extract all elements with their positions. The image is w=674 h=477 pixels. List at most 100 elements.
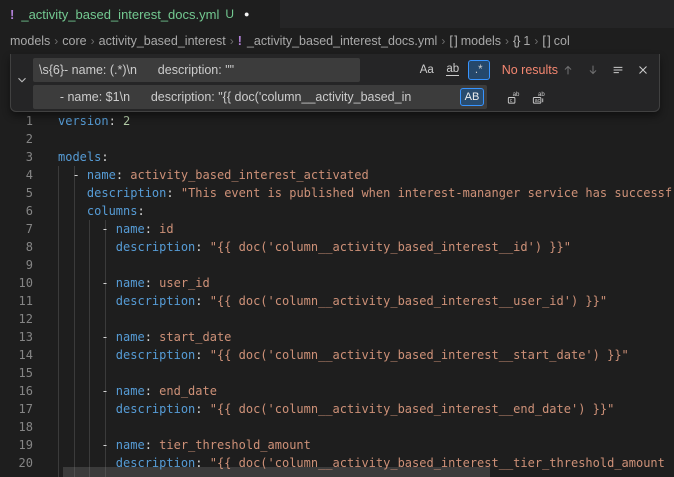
code-line-content: models: <box>58 150 109 164</box>
breadcrumb-item[interactable]: [ ]models <box>449 34 501 48</box>
tab-filename: _activity_based_interest_docs.yml <box>21 7 219 22</box>
code-line[interactable]: 9 <box>0 256 674 274</box>
replace-input[interactable]: - name: $1\n description: "{{ doc('colum… <box>33 85 487 109</box>
line-number: 18 <box>0 418 33 436</box>
chevron-down-icon <box>15 73 29 92</box>
code-line[interactable]: 7 - name: id <box>0 220 674 238</box>
replace-all-button[interactable]: ab ac <box>528 87 548 107</box>
symbol-icon: [ ] <box>449 34 456 48</box>
code-line-content: description: "{{ doc('column__activity_b… <box>58 456 665 470</box>
code-line[interactable]: 16 - name: end_date <box>0 382 674 400</box>
breadcrumb-item[interactable]: {} 1 <box>513 34 530 48</box>
breadcrumb-label: activity_based_interest <box>99 34 226 48</box>
replace-all-icon: ab ac <box>531 90 546 105</box>
line-number: 19 <box>0 436 33 454</box>
replace-button[interactable]: ab c <box>503 87 523 107</box>
code-line[interactable]: 1 version: 2 <box>0 112 674 130</box>
regex-toggle[interactable]: .* <box>468 60 490 80</box>
whole-word-toggle[interactable]: ab <box>442 60 464 80</box>
code-line[interactable]: 8 description: "{{ doc('column__activity… <box>0 238 674 256</box>
line-number: 7 <box>0 220 33 238</box>
code-line[interactable]: 14 description: "{{ doc('column__activit… <box>0 346 674 364</box>
code-line-content: description: "{{ doc('column__activity_b… <box>58 240 571 254</box>
yaml-file-icon: ! <box>10 7 14 22</box>
tab-activity-based-interest-docs[interactable]: ! _activity_based_interest_docs.yml U ● <box>0 0 280 28</box>
line-number: 8 <box>0 238 33 256</box>
breadcrumb-item[interactable]: [ ]col <box>542 34 569 48</box>
line-number: 17 <box>0 400 33 418</box>
replace-value: - name: $1\n description: "{{ doc('colum… <box>39 85 457 109</box>
code-line-content: description: "{{ doc('column__activity_b… <box>58 294 607 308</box>
code-line-content: - name: tier_threshold_amount <box>58 438 311 452</box>
line-number: 10 <box>0 274 33 292</box>
editor[interactable]: 1 version: 2 23 models: 4 - name: activity_b… <box>0 54 674 477</box>
breadcrumb-item[interactable]: !_activity_based_interest_docs.yml <box>238 34 438 48</box>
code-line[interactable]: 12 <box>0 310 674 328</box>
next-match-button[interactable] <box>583 60 603 80</box>
code-line-content: - name: end_date <box>58 384 217 398</box>
breadcrumb-separator-icon: › <box>54 34 58 48</box>
line-number: 20 <box>0 454 33 472</box>
preserve-case-toggle[interactable]: AB <box>460 88 484 106</box>
code-line[interactable]: 19 - name: tier_threshold_amount <box>0 436 674 454</box>
code-line[interactable]: 20 description: "{{ doc('column__activit… <box>0 454 674 472</box>
svg-text:ac: ac <box>534 98 540 104</box>
symbol-icon: [ ] <box>542 34 549 48</box>
code-line[interactable]: 5 description: "This event is published … <box>0 184 674 202</box>
close-icon <box>636 63 650 77</box>
breadcrumb-item[interactable]: models <box>10 34 50 48</box>
close-button[interactable] <box>633 60 653 80</box>
code-line[interactable]: 13 - name: start_date <box>0 328 674 346</box>
toggle-replace-button[interactable] <box>11 54 32 111</box>
breadcrumb-label: models <box>10 34 50 48</box>
find-input[interactable]: \s{6}- name: (.*)\n description: "" <box>33 58 360 82</box>
yaml-file-icon: ! <box>238 34 242 48</box>
vscode-window: ! _activity_based_interest_docs.yml U ● … <box>0 0 674 477</box>
code-line[interactable]: 10 - name: user_id <box>0 274 674 292</box>
code-line[interactable]: 11 description: "{{ doc('column__activit… <box>0 292 674 310</box>
code-line-content: - name: user_id <box>58 276 210 290</box>
code-line[interactable]: 15 <box>0 364 674 382</box>
line-number: 15 <box>0 364 33 382</box>
code-line[interactable]: 17 description: "{{ doc('column__activit… <box>0 400 674 418</box>
symbol-icon: {} <box>513 34 519 48</box>
svg-text:c: c <box>509 98 512 104</box>
code-line[interactable]: 6 columns: <box>0 202 674 220</box>
breadcrumb-label: core <box>62 34 86 48</box>
line-number: 1 <box>0 112 33 130</box>
code-area[interactable]: 1 version: 2 23 models: 4 - name: activity_b… <box>0 112 674 472</box>
breadcrumb-label: 1 <box>523 34 530 48</box>
line-number: 13 <box>0 328 33 346</box>
code-line[interactable]: 2 <box>0 130 674 148</box>
code-line-content: description: "{{ doc('column__activity_b… <box>58 348 629 362</box>
selection-lines-icon <box>611 63 625 77</box>
previous-match-button[interactable] <box>558 60 578 80</box>
line-number: 12 <box>0 310 33 328</box>
breadcrumb-separator-icon: › <box>534 34 538 48</box>
code-line-content: version: 2 <box>58 114 130 128</box>
code-line[interactable]: 3 models: <box>0 148 674 166</box>
code-line[interactable]: 4 - name: activity_based_interest_activa… <box>0 166 674 184</box>
line-number: 4 <box>0 166 33 184</box>
breadcrumb-separator-icon: › <box>441 34 445 48</box>
line-number: 2 <box>0 130 33 148</box>
find-in-selection-button[interactable] <box>608 60 628 80</box>
breadcrumb-item[interactable]: activity_based_interest <box>99 34 226 48</box>
find-results-count: No results <box>502 63 558 77</box>
arrow-down-icon <box>586 63 600 77</box>
code-line[interactable]: 18 <box>0 418 674 436</box>
code-line-content: description: "This event is published wh… <box>58 186 672 200</box>
match-case-toggle[interactable]: Aa <box>416 60 438 80</box>
tab-bar: ! _activity_based_interest_docs.yml U ● <box>0 0 674 28</box>
code-line-content: - name: id <box>58 222 174 236</box>
code-line-content: - name: start_date <box>58 330 231 344</box>
breadcrumb-item[interactable]: core <box>62 34 86 48</box>
find-row: \s{6}- name: (.*)\n description: "" Aa a… <box>33 58 653 82</box>
modified-indicator-icon[interactable]: ● <box>244 9 249 19</box>
line-number: 3 <box>0 148 33 166</box>
line-number: 9 <box>0 256 33 274</box>
line-number: 11 <box>0 292 33 310</box>
line-number: 14 <box>0 346 33 364</box>
replace-icon: ab c <box>506 90 521 105</box>
find-replace-widget: \s{6}- name: (.*)\n description: "" Aa a… <box>10 54 660 112</box>
